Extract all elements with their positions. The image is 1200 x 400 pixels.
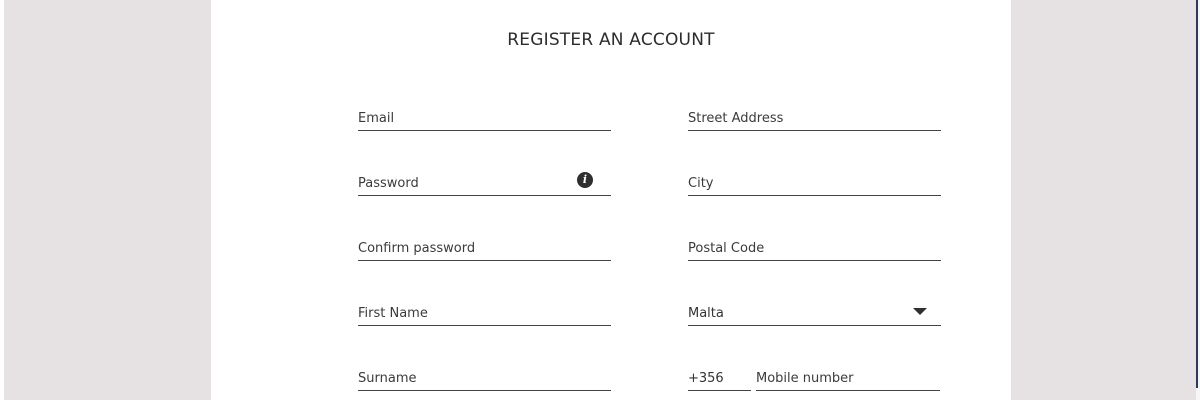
- city-field[interactable]: [688, 176, 941, 191]
- registration-card: REGISTER AN ACCOUNT i Malta +356: [211, 0, 1011, 400]
- surname-field[interactable]: [358, 371, 611, 386]
- city-field-wrapper: [688, 171, 941, 196]
- street-address-field-wrapper: [688, 106, 941, 131]
- mobile-number-field[interactable]: [756, 371, 940, 386]
- phone-prefix-value: +356: [688, 371, 724, 386]
- page-title: REGISTER AN ACCOUNT: [507, 30, 715, 50]
- mobile-field-wrapper: [756, 366, 940, 391]
- first-name-field-wrapper: [358, 301, 611, 326]
- email-field-wrapper: [358, 106, 611, 131]
- info-icon[interactable]: i: [577, 172, 593, 188]
- confirm-password-field-wrapper: [358, 236, 611, 261]
- phone-prefix[interactable]: +356: [688, 366, 751, 391]
- chevron-down-icon[interactable]: [913, 308, 927, 315]
- country-select-value: Malta: [688, 306, 724, 321]
- postal-code-field-wrapper: [688, 236, 941, 261]
- scrollbar-edge: [1196, 0, 1198, 388]
- surname-field-wrapper: [358, 366, 611, 391]
- first-name-field[interactable]: [358, 306, 611, 321]
- confirm-password-field[interactable]: [358, 241, 611, 256]
- street-address-field[interactable]: [688, 111, 941, 126]
- postal-code-field[interactable]: [688, 241, 941, 256]
- password-field-wrapper: i: [358, 171, 611, 196]
- password-field[interactable]: [358, 176, 611, 191]
- email-field[interactable]: [358, 111, 611, 126]
- country-select[interactable]: Malta: [688, 301, 941, 326]
